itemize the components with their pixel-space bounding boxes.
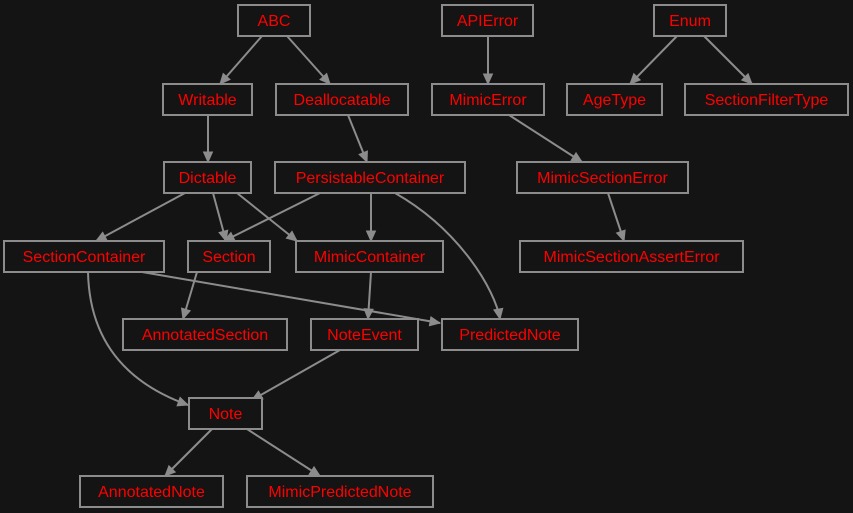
edge-noteevent-to-note-line	[251, 349, 341, 401]
edge-sectioncontainer-to-predictednote-arrowhead	[428, 316, 442, 327]
node-label: SectionFilterType	[705, 92, 829, 109]
node-label: MimicContainer	[314, 249, 426, 266]
edge-enum-to-agetype	[629, 35, 678, 85]
node-section-container[interactable]: SectionContainer	[3, 240, 165, 273]
node-label: SectionContainer	[23, 249, 146, 266]
edge-apierror-to-mimicerror	[482, 36, 494, 86]
edge-writable-to-dictable-arrowhead	[202, 151, 214, 164]
edge-deallocatable-to-persistablecontainer-arrowhead	[358, 150, 368, 164]
edge-mimicerror-to-mimicsectionerror-arrowhead	[570, 151, 584, 163]
edge-apierror-to-mimicerror-arrowhead	[482, 73, 494, 86]
node-label: NoteEvent	[327, 327, 402, 344]
node-section-filter-type[interactable]: SectionFilterType	[684, 83, 849, 116]
edge-mimicerror-to-mimicsectionerror	[508, 114, 584, 163]
edge-abc-to-writable	[219, 35, 263, 85]
edge-noteevent-to-note	[250, 349, 341, 401]
node-writable[interactable]: Writable	[162, 83, 253, 116]
edge-note-to-mimicpredictednote	[246, 428, 322, 477]
node-deallocatable[interactable]: Deallocatable	[275, 83, 409, 116]
node-annotated-note[interactable]: AnnotatedNote	[79, 475, 224, 508]
node-mimic-container[interactable]: MimicContainer	[295, 240, 444, 273]
edge-dictable-to-mimiccontainer-line	[236, 192, 298, 242]
edge-dictable-to-mimiccontainer	[236, 192, 298, 242]
node-label: MimicSectionError	[537, 170, 668, 187]
edge-mimiccontainer-to-noteevent	[363, 271, 374, 321]
edge-mimiccontainer-to-noteevent-arrowhead	[363, 308, 374, 321]
node-label: PredictedNote	[459, 327, 560, 344]
node-label: Section	[202, 249, 255, 266]
node-predicted-note[interactable]: PredictedNote	[441, 318, 579, 351]
node-label: MimicError	[449, 92, 527, 109]
edge-writable-to-dictable	[202, 115, 214, 164]
node-section[interactable]: Section	[187, 240, 271, 273]
node-abc[interactable]: ABC	[237, 4, 311, 37]
edge-dictable-to-sectioncontainer	[94, 192, 186, 242]
edge-persistablecontainer-to-predictednote-arrowhead	[493, 307, 504, 321]
edge-mimicerror-to-mimicsectionerror-line	[508, 114, 583, 163]
node-persistable-container[interactable]: PersistableContainer	[274, 161, 466, 194]
node-label: AgeType	[583, 92, 646, 109]
nodes-layer: ABC Writable Deallocatable APIError Enum Mimi…	[3, 4, 849, 508]
edge-sectioncontainer-to-note-arrowhead	[176, 396, 190, 407]
edge-deallocatable-to-persistablecontainer	[347, 114, 368, 164]
node-age-type[interactable]: AgeType	[566, 83, 663, 116]
node-dictable[interactable]: Dictable	[163, 161, 252, 194]
edge-abc-to-deallocatable	[286, 35, 331, 85]
edge-persistablecontainer-to-mimiccontainer	[365, 193, 377, 243]
edge-mimicsectionerror-to-mimicsectionasserterror-arrowhead	[615, 229, 626, 243]
node-label: APIError	[457, 13, 519, 30]
node-label: PersistableContainer	[296, 170, 445, 187]
node-enum[interactable]: Enum	[653, 4, 727, 37]
node-label: MimicSectionAssertError	[543, 249, 720, 266]
node-mimic-section-error[interactable]: MimicSectionError	[516, 161, 689, 194]
edge-sectioncontainer-to-predictednote	[141, 271, 442, 327]
edge-persistablecontainer-to-mimiccontainer-arrowhead	[365, 230, 377, 243]
node-label: Dictable	[179, 170, 237, 187]
node-note[interactable]: Note	[188, 397, 263, 430]
node-label: Deallocatable	[294, 92, 391, 109]
edge-persistablecontainer-to-section-line	[223, 192, 321, 242]
edge-enum-to-sectionfiltertype	[703, 35, 753, 85]
node-label: ABC	[258, 13, 291, 30]
edge-dictable-to-sectioncontainer-line	[95, 192, 186, 242]
node-label: Enum	[669, 13, 711, 30]
node-label: MimicPredictedNote	[268, 484, 411, 501]
node-mimic-section-assert-error[interactable]: MimicSectionAssertError	[519, 240, 744, 273]
node-mimic-predicted-note[interactable]: MimicPredictedNote	[246, 475, 434, 508]
node-label: AnnotatedNote	[98, 484, 205, 501]
node-label: Note	[209, 406, 243, 423]
node-label: AnnotatedSection	[142, 327, 268, 344]
edge-dictable-to-sectioncontainer-arrowhead	[94, 231, 108, 242]
edge-persistablecontainer-to-section	[222, 192, 321, 242]
edge-note-to-annotatednote	[164, 428, 213, 477]
edge-dictable-to-section	[212, 192, 229, 243]
edge-note-to-mimicpredictednote-arrowhead	[308, 465, 322, 477]
edge-section-to-annotatedsection-arrowhead	[180, 307, 192, 321]
node-annotated-section[interactable]: AnnotatedSection	[122, 318, 288, 351]
class-diagram: ABC Writable Deallocatable APIError Enum Mimi…	[3, 4, 849, 508]
node-label: Writable	[178, 92, 236, 109]
edge-mimicsectionerror-to-mimicsectionasserterror	[607, 192, 626, 243]
node-api-error[interactable]: APIError	[441, 4, 534, 37]
edge-note-to-mimicpredictednote-line	[246, 428, 321, 477]
node-note-event[interactable]: NoteEvent	[310, 318, 419, 351]
node-mimic-error[interactable]: MimicError	[431, 83, 545, 116]
